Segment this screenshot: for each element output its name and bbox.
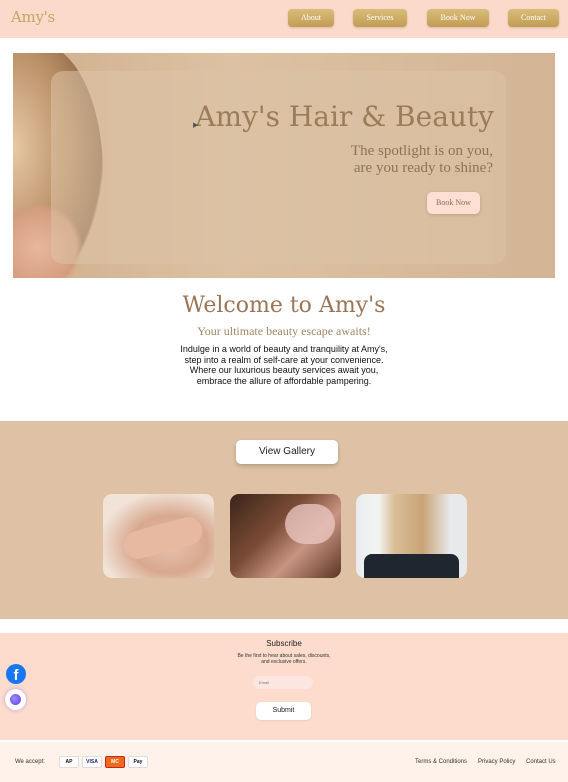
welcome-heading: Welcome to Amy's — [182, 293, 386, 318]
subscribe-description: Be the first to hear about sales, discou… — [0, 653, 568, 665]
contact-link[interactable]: Contact Us — [526, 759, 556, 765]
nav-contact-button[interactable]: Contact — [508, 9, 559, 27]
apple-pay-card-icon: Pay — [128, 756, 148, 768]
mouse-cursor-icon: ▶ — [193, 122, 199, 129]
site-header: Amy's About Services Book Now Contact — [0, 0, 568, 38]
terms-link[interactable]: Terms & Conditions — [415, 759, 467, 765]
manicured-hand-shape — [120, 514, 206, 562]
welcome-line: Indulge in a world of beauty and tranqui… — [180, 344, 388, 354]
gallery-photo-hair[interactable] — [356, 494, 467, 578]
welcome-line: step into a realm of self-care at your c… — [184, 354, 384, 365]
privacy-link[interactable]: Privacy Policy — [478, 759, 515, 765]
subscribe-heading: Subscribe — [266, 639, 302, 648]
hero-subtitle-line: The spotlight is on you, — [350, 143, 493, 159]
nav-book-now-button[interactable]: Book Now — [427, 9, 489, 27]
mastercard-card-icon: MC — [105, 756, 125, 768]
gallery-section: View Gallery — [0, 421, 568, 619]
email-input[interactable] — [253, 676, 313, 689]
nav-services-button[interactable]: Services — [353, 9, 407, 27]
hero-subtitle: The spotlight is on you, are you ready t… — [233, 143, 493, 177]
site-footer: We accept: AP VISA MC Pay Terms & Condit… — [0, 742, 568, 782]
welcome-line: Where our luxurious beauty services awai… — [189, 365, 379, 375]
gallery-photo-lashes[interactable] — [230, 494, 341, 578]
subscribe-section: Subscribe Be the first to hear about sal… — [0, 633, 568, 740]
welcome-tagline: Your ultimate beauty escape awaits! — [197, 324, 371, 338]
chat-widget-icon[interactable] — [5, 689, 26, 710]
welcome-description: Indulge in a world of beauty and tranqui… — [0, 344, 568, 386]
nav-about-button[interactable]: About — [288, 9, 334, 27]
gallery-photo-nails[interactable] — [103, 494, 214, 578]
afterpay-card-icon: AP — [59, 756, 79, 768]
submit-button[interactable]: Submit — [256, 702, 311, 720]
gloved-hand-shape — [285, 504, 335, 544]
facebook-icon[interactable]: f — [6, 664, 26, 684]
client-shirt-shape — [364, 554, 459, 578]
hero-title: Amy's Hair & Beauty — [195, 100, 494, 133]
visa-card-icon: VISA — [82, 756, 102, 768]
welcome-line: embrace the allure of affordable pamperi… — [196, 375, 372, 386]
site-logo[interactable]: Amy's — [11, 8, 55, 26]
view-gallery-button[interactable]: View Gallery — [236, 440, 338, 464]
payment-accept-label: We accept: — [15, 759, 45, 765]
hero-subtitle-line: are you ready to shine? — [353, 160, 493, 176]
subscribe-line: and exclusive offers. — [261, 658, 307, 665]
hero-book-now-button[interactable]: Book Now — [427, 192, 480, 214]
